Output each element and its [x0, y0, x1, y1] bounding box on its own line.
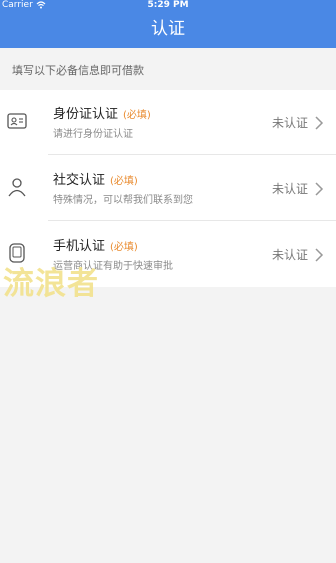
- item-title: 手机认证: [53, 239, 106, 254]
- status-bar: Carrier 5:29 PM: [0, 0, 336, 10]
- status-label: 未认证: [271, 248, 308, 262]
- item-subtitle: 特殊情况，可以帮我们联系到您: [53, 195, 193, 206]
- status-time: 5:29 PM: [147, 0, 189, 10]
- navigation-bar: Carrier 5:29 PM 认证: [0, 0, 336, 48]
- hint-text: 填写以下必备信息即可借款: [12, 64, 144, 77]
- chevron-right-icon: [315, 248, 324, 262]
- divider: [48, 220, 336, 221]
- list-item-social-verification[interactable]: 社交认证 (必填) 特殊情况，可以帮我们联系到您 未认证: [0, 156, 336, 221]
- person-icon: [8, 178, 26, 197]
- status-label: 未认证: [271, 116, 308, 130]
- chevron-right-icon: [315, 182, 324, 196]
- id-card-icon: [7, 113, 27, 129]
- required-tag: (必填): [110, 242, 138, 253]
- list-item-id-verification[interactable]: 身份证认证 (必填) 请进行身份证认证 未认证: [0, 90, 336, 155]
- required-tag: (必填): [123, 110, 151, 121]
- required-tag: (必填): [110, 176, 138, 187]
- status-label: 未认证: [271, 182, 308, 196]
- item-title: 社交认证: [53, 173, 106, 188]
- item-title: 身份证认证: [53, 107, 119, 122]
- item-subtitle: 请进行身份证认证: [53, 129, 133, 140]
- watermark: 流浪者: [3, 266, 99, 302]
- page-title: 认证: [151, 19, 185, 39]
- divider: [48, 154, 336, 155]
- chevron-right-icon: [315, 116, 324, 130]
